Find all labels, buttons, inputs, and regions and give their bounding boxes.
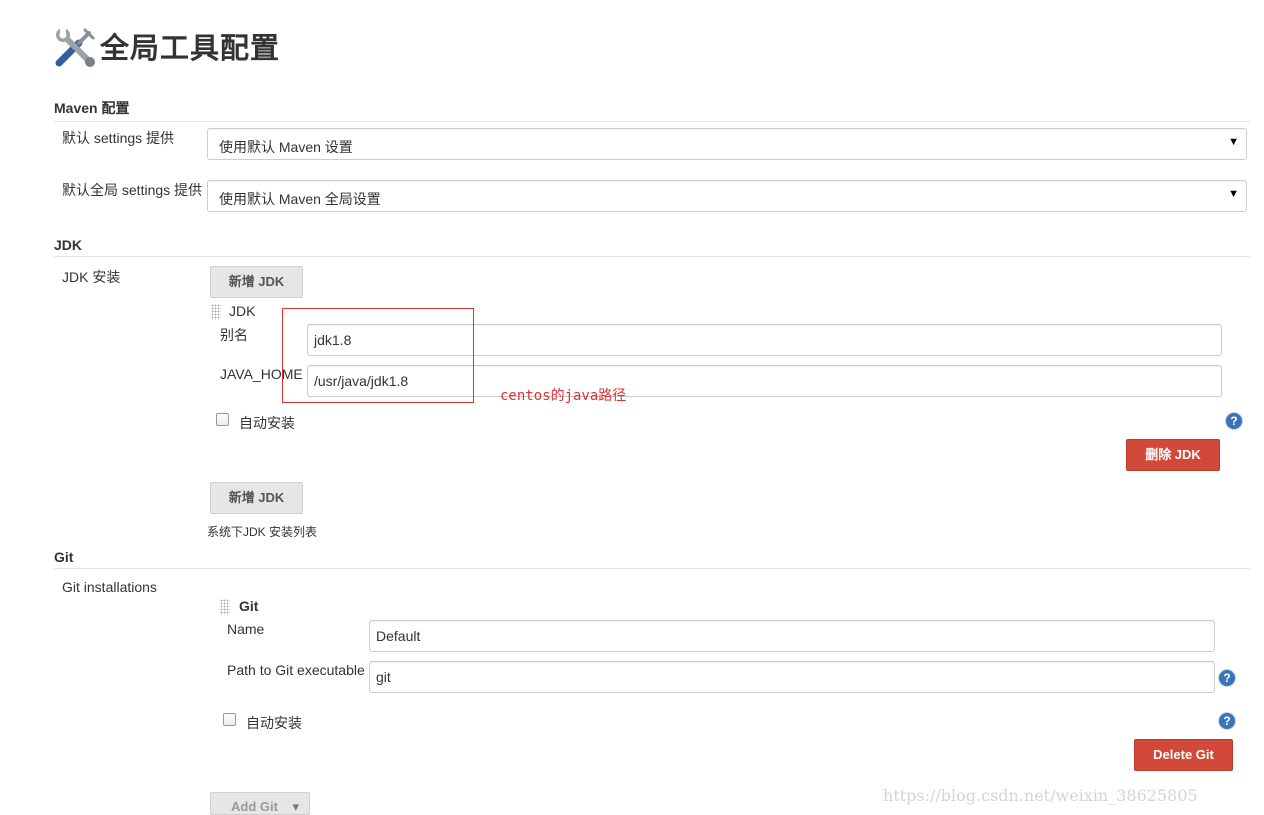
maven-settings-value: 使用默认 Maven 设置 — [219, 139, 353, 155]
maven-settings-select[interactable]: 使用默认 Maven 设置 ▼ — [207, 128, 1247, 160]
add-git-label: Add Git — [231, 799, 278, 814]
maven-settings-label: 默认 settings 提供 — [62, 130, 175, 146]
jdk-item-title: JDK — [229, 303, 256, 319]
git-install-label: Git installations — [62, 579, 157, 595]
delete-jdk-button[interactable]: 删除 JDK — [1126, 439, 1220, 471]
dropdown-arrow-icon: ▼ — [1228, 136, 1239, 148]
drag-handle-icon[interactable] — [220, 599, 230, 615]
jdk-install-label: JDK 安装 — [62, 269, 121, 285]
maven-global-settings-select[interactable]: 使用默认 Maven 全局设置 ▼ — [207, 180, 1247, 212]
git-name-label: Name — [227, 621, 265, 637]
maven-section-header: Maven 配置 — [54, 98, 1250, 122]
jdk-section-header: JDK — [54, 237, 1250, 257]
drag-handle-icon[interactable] — [211, 304, 221, 320]
add-jdk-button[interactable]: 新增 JDK — [210, 266, 303, 298]
help-icon[interactable]: ? — [1219, 713, 1235, 729]
maven-global-settings-label: 默认全局 settings 提供 — [62, 182, 203, 198]
dropdown-arrow-icon: ▼ — [1228, 188, 1239, 200]
delete-git-button[interactable]: Delete Git — [1134, 739, 1233, 771]
git-auto-install-label: 自动安装 — [246, 715, 302, 731]
jdk-list-note: 系统下JDK 安装列表 — [207, 525, 318, 539]
annotation-text: centos的java路径 — [500, 388, 627, 404]
annotation-highlight-box — [282, 308, 474, 403]
maven-global-settings-value: 使用默认 Maven 全局设置 — [219, 191, 381, 207]
git-section-header: Git — [54, 549, 1250, 569]
git-path-input[interactable]: git — [369, 661, 1215, 693]
git-path-label: Path to Git executable — [227, 662, 365, 678]
page-title: 全局工具配置 — [100, 31, 281, 65]
add-jdk-button-bottom[interactable]: 新增 JDK — [210, 482, 303, 514]
help-icon[interactable]: ? — [1219, 670, 1235, 686]
watermark: https://blog.csdn.net/weixin_38625805 — [883, 786, 1198, 805]
wrench-screwdriver-icon — [52, 26, 98, 70]
git-item-title: Git — [239, 598, 259, 614]
add-git-button[interactable]: Add Git ▾ — [210, 792, 310, 815]
jdk-auto-install-label: 自动安装 — [239, 415, 295, 431]
help-icon[interactable]: ? — [1226, 413, 1242, 429]
chevron-down-icon: ▾ — [292, 799, 299, 814]
git-name-input[interactable]: Default — [369, 620, 1215, 652]
jdk-alias-label: 别名 — [220, 327, 248, 343]
jdk-auto-install-checkbox[interactable] — [216, 413, 229, 426]
git-auto-install-checkbox[interactable] — [223, 713, 236, 726]
